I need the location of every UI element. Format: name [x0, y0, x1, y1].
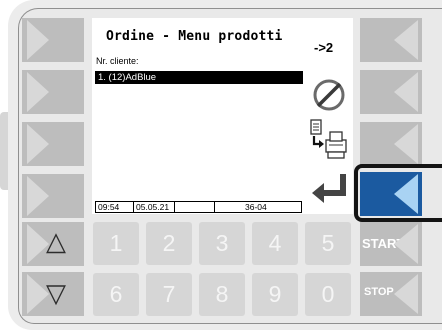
status-bar: 09:54 05.05.21 36-04: [95, 201, 302, 213]
key-0[interactable]: 0: [305, 273, 351, 316]
status-time: 09:54: [96, 202, 134, 212]
active-key-highlight: [354, 164, 442, 222]
right-softkey-3[interactable]: [360, 122, 422, 166]
display-screen: Ordine - Menu prodotti ->2 Nr. cliente: …: [92, 18, 353, 214]
key-3[interactable]: 3: [199, 222, 245, 265]
key-1[interactable]: 1: [93, 222, 139, 265]
right-softkey-1[interactable]: [360, 18, 422, 62]
left-softkey-3[interactable]: [22, 122, 84, 166]
right-softkey-2[interactable]: [360, 70, 422, 114]
product-list-item-selected[interactable]: 1. (12)AdBlue: [95, 71, 303, 84]
down-arrow-icon: ▽: [46, 278, 66, 308]
key-6[interactable]: 6: [93, 273, 139, 316]
stop-button[interactable]: STOP: [360, 272, 422, 316]
stop-label: STOP: [364, 286, 394, 298]
cancel-circle-icon[interactable]: [312, 78, 346, 112]
down-button[interactable]: ▽: [22, 272, 84, 316]
start-label: START: [362, 236, 405, 251]
key-2[interactable]: 2: [146, 222, 192, 265]
status-empty-field: [175, 202, 215, 212]
start-button[interactable]: START: [360, 222, 422, 266]
left-softkey-4[interactable]: [22, 174, 84, 218]
enter-arrow-icon[interactable]: [310, 168, 350, 204]
status-date: 05.05.21: [134, 202, 175, 212]
up-arrow-icon: △: [46, 226, 66, 256]
up-button[interactable]: △: [22, 222, 84, 266]
key-9[interactable]: 9: [252, 273, 298, 316]
key-4[interactable]: 4: [252, 222, 298, 265]
key-5[interactable]: 5: [305, 222, 351, 265]
status-code: 36-04: [245, 202, 267, 212]
left-softkey-2[interactable]: [22, 70, 84, 114]
key-7[interactable]: 7: [146, 273, 192, 316]
page-title: Ordine - Menu prodotti: [106, 29, 283, 44]
customer-number-label: Nr. cliente:: [96, 56, 139, 66]
page-indicator[interactable]: ->2: [314, 40, 333, 55]
print-document-icon[interactable]: [308, 118, 348, 162]
left-softkey-1[interactable]: [22, 18, 84, 62]
key-8[interactable]: 8: [199, 273, 245, 316]
